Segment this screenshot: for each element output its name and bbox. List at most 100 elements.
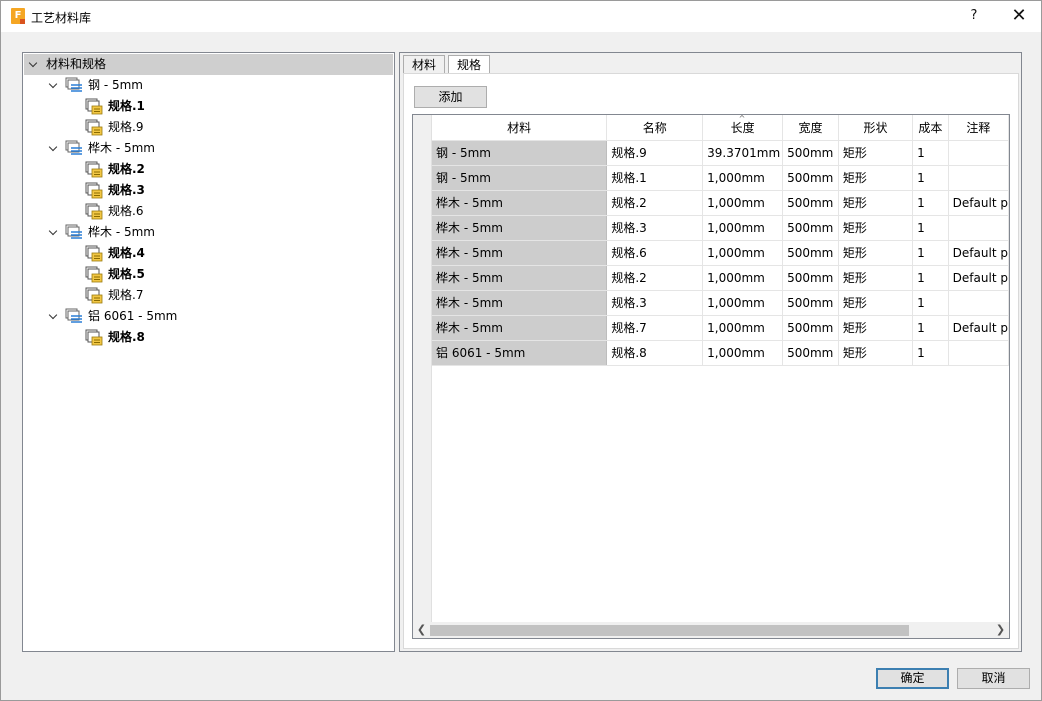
col-width-cell[interactable]: 500mm	[782, 340, 839, 366]
col-cost-cell[interactable]: 1	[912, 215, 949, 241]
horizontal-scrollbar[interactable]: ❮ ❯	[413, 622, 1009, 638]
tree-material-item[interactable]: 铝 6061 - 5mm	[23, 306, 392, 327]
table-row[interactable]: 桦木 - 5mm 规格.7 1,000mm 500mm 矩形 1 Default p	[432, 315, 1009, 341]
ok-button[interactable]: 确定	[876, 668, 949, 689]
tree-spec-item[interactable]: 规格.4	[23, 243, 392, 264]
tree-spec-item[interactable]: 规格.9	[23, 117, 392, 138]
chevron-down-icon[interactable]	[48, 75, 60, 96]
col-note-cell[interactable]	[948, 165, 1009, 191]
col-shape-cell[interactable]: 矩形	[838, 315, 914, 341]
col-material-cell[interactable]: 桦木 - 5mm	[432, 190, 608, 216]
col-width-cell[interactable]: 500mm	[782, 240, 839, 266]
col-note-cell[interactable]: Default p	[948, 190, 1009, 216]
col-shape-cell[interactable]: 矩形	[838, 340, 914, 366]
col-width-cell[interactable]: 500mm	[782, 165, 839, 191]
table-row[interactable]: 钢 - 5mm 规格.9 39.3701mm 500mm 矩形 1	[432, 140, 1009, 166]
col-length-cell[interactable]: 1,000mm	[702, 190, 784, 216]
tab-materials[interactable]: 材料	[403, 55, 446, 74]
col-cost-cell[interactable]: 1	[912, 265, 949, 291]
col-note-cell[interactable]	[948, 340, 1009, 366]
table-row[interactable]: 桦木 - 5mm 规格.3 1,000mm 500mm 矩形 1	[432, 215, 1009, 241]
column-header-shape[interactable]: 形状	[838, 115, 914, 141]
tree-material-item[interactable]: 桦木 - 5mm	[23, 222, 392, 243]
table-row[interactable]: 钢 - 5mm 规格.1 1,000mm 500mm 矩形 1	[432, 165, 1009, 191]
col-note-cell[interactable]: Default p	[948, 240, 1009, 266]
col-material-cell[interactable]: 钢 - 5mm	[432, 165, 608, 191]
col-shape-cell[interactable]: 矩形	[838, 290, 914, 316]
col-width-cell[interactable]: 500mm	[782, 290, 839, 316]
col-material-cell[interactable]: 钢 - 5mm	[432, 140, 608, 166]
add-button[interactable]: 添加	[414, 86, 487, 108]
col-length-cell[interactable]: 1,000mm	[702, 215, 784, 241]
col-name-cell[interactable]: 规格.7	[606, 315, 704, 341]
column-header-material[interactable]: 材料	[432, 115, 608, 141]
tree-material-item[interactable]: 钢 - 5mm	[23, 75, 392, 96]
tree-spec-item[interactable]: 规格.6	[23, 201, 392, 222]
col-width-cell[interactable]: 500mm	[782, 265, 839, 291]
close-button[interactable]: ✕	[1006, 5, 1032, 27]
table-row[interactable]: 桦木 - 5mm 规格.2 1,000mm 500mm 矩形 1 Default p	[432, 265, 1009, 291]
col-length-cell[interactable]: 1,000mm	[702, 340, 784, 366]
col-shape-cell[interactable]: 矩形	[838, 240, 914, 266]
col-shape-cell[interactable]: 矩形	[838, 165, 914, 191]
col-name-cell[interactable]: 规格.2	[606, 265, 704, 291]
table-row[interactable]: 桦木 - 5mm 规格.3 1,000mm 500mm 矩形 1	[432, 290, 1009, 316]
column-header-name[interactable]: 名称	[606, 115, 704, 141]
table-row[interactable]: 桦木 - 5mm 规格.6 1,000mm 500mm 矩形 1 Default p	[432, 240, 1009, 266]
col-shape-cell[interactable]: 矩形	[838, 265, 914, 291]
col-name-cell[interactable]: 规格.3	[606, 290, 704, 316]
col-material-cell[interactable]: 桦木 - 5mm	[432, 215, 608, 241]
scrollbar-thumb[interactable]	[430, 625, 909, 636]
col-cost-cell[interactable]: 1	[912, 190, 949, 216]
tab-specifications[interactable]: 规格	[448, 55, 491, 75]
col-material-cell[interactable]: 桦木 - 5mm	[432, 315, 608, 341]
col-cost-cell[interactable]: 1	[912, 240, 949, 266]
tree-spec-item[interactable]: 规格.7	[23, 285, 392, 306]
table-row[interactable]: 桦木 - 5mm 规格.2 1,000mm 500mm 矩形 1 Default p	[432, 190, 1009, 216]
tree-spec-item[interactable]: 规格.5	[23, 264, 392, 285]
col-length-cell[interactable]: 1,000mm	[702, 265, 784, 291]
col-name-cell[interactable]: 规格.3	[606, 215, 704, 241]
col-material-cell[interactable]: 铝 6061 - 5mm	[432, 340, 608, 366]
tree-root-item[interactable]: 材料和规格	[24, 54, 393, 75]
tree-spec-item[interactable]: 规格.3	[23, 180, 392, 201]
chevron-down-icon[interactable]	[48, 222, 60, 243]
column-header-note[interactable]: 注释	[948, 115, 1009, 141]
column-header-width[interactable]: 宽度	[782, 115, 839, 141]
col-name-cell[interactable]: 规格.6	[606, 240, 704, 266]
col-width-cell[interactable]: 500mm	[782, 190, 839, 216]
col-length-cell[interactable]: 1,000mm	[702, 290, 784, 316]
tree-spec-item[interactable]: 规格.2	[23, 159, 392, 180]
col-shape-cell[interactable]: 矩形	[838, 140, 914, 166]
cancel-button[interactable]: 取消	[957, 668, 1030, 689]
column-header-length[interactable]: 长度 ^	[702, 115, 784, 141]
col-name-cell[interactable]: 规格.8	[606, 340, 704, 366]
col-length-cell[interactable]: 1,000mm	[702, 315, 784, 341]
col-material-cell[interactable]: 桦木 - 5mm	[432, 240, 608, 266]
col-shape-cell[interactable]: 矩形	[838, 190, 914, 216]
col-cost-cell[interactable]: 1	[912, 140, 949, 166]
table-row[interactable]: 铝 6061 - 5mm 规格.8 1,000mm 500mm 矩形 1	[432, 340, 1009, 366]
col-name-cell[interactable]: 规格.2	[606, 190, 704, 216]
col-note-cell[interactable]	[948, 290, 1009, 316]
col-note-cell[interactable]: Default p	[948, 265, 1009, 291]
col-note-cell[interactable]: Default p	[948, 315, 1009, 341]
col-cost-cell[interactable]: 1	[912, 290, 949, 316]
scroll-right-arrow-icon[interactable]: ❯	[992, 622, 1009, 638]
col-shape-cell[interactable]: 矩形	[838, 215, 914, 241]
col-length-cell[interactable]: 1,000mm	[702, 240, 784, 266]
col-length-cell[interactable]: 39.3701mm	[702, 140, 784, 166]
col-cost-cell[interactable]: 1	[912, 165, 949, 191]
chevron-down-icon[interactable]	[48, 306, 60, 327]
chevron-down-icon[interactable]	[48, 138, 60, 159]
col-material-cell[interactable]: 桦木 - 5mm	[432, 290, 608, 316]
col-material-cell[interactable]: 桦木 - 5mm	[432, 265, 608, 291]
col-note-cell[interactable]	[948, 140, 1009, 166]
tree-spec-item[interactable]: 规格.1	[23, 96, 392, 117]
help-button[interactable]: ?	[961, 5, 987, 27]
col-note-cell[interactable]	[948, 215, 1009, 241]
col-cost-cell[interactable]: 1	[912, 315, 949, 341]
col-cost-cell[interactable]: 1	[912, 340, 949, 366]
col-width-cell[interactable]: 500mm	[782, 140, 839, 166]
col-width-cell[interactable]: 500mm	[782, 215, 839, 241]
